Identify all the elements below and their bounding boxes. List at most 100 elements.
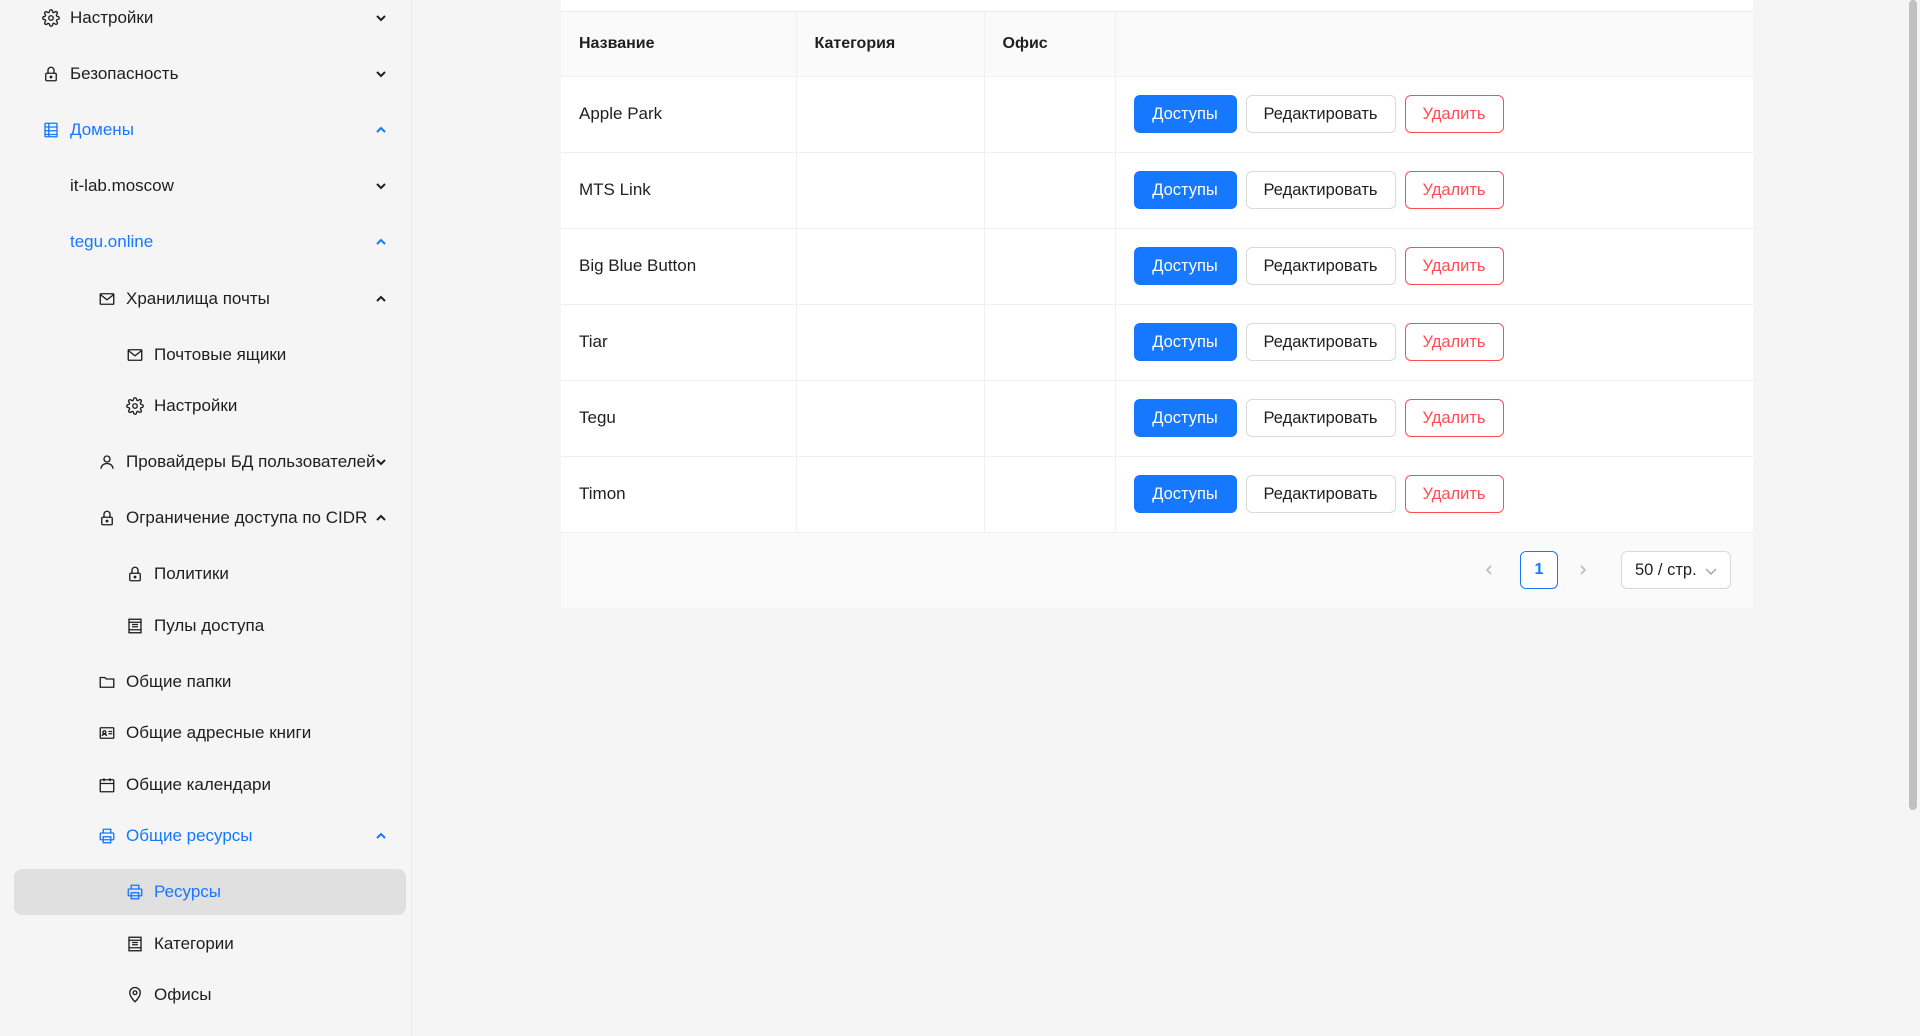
sidebar-item-label: Ресурсы <box>154 882 222 901</box>
sidebar-item-label: Общие ресурсы <box>126 826 253 845</box>
cell-category <box>796 152 985 229</box>
sidebar-item-label: Безопасность <box>70 64 179 83</box>
access-button[interactable]: Доступы <box>1133 171 1237 209</box>
sidebar: Настройки Безопасность Домены it-lab.mos… <box>0 0 412 1036</box>
table-top-strip <box>561 0 1753 12</box>
edit-button[interactable]: Редактировать <box>1245 475 1396 513</box>
sidebar-item-label: Пулы доступа <box>154 616 265 635</box>
page-1-button[interactable]: 1 <box>1520 551 1558 589</box>
cell-actions: Доступы Редактировать Удалить <box>1115 152 1753 229</box>
edit-button[interactable]: Редактировать <box>1245 247 1396 285</box>
table-row: Tiar Доступы Редактировать Удалить <box>561 304 1753 381</box>
previous-page-button[interactable] <box>1471 551 1507 589</box>
table-row: Timon Доступы Редактировать Удалить <box>561 456 1753 533</box>
next-page-button[interactable] <box>1565 551 1601 589</box>
delete-button[interactable]: Удалить <box>1404 323 1504 361</box>
sidebar-item-label: Общие календари <box>126 775 271 794</box>
column-header-category[interactable]: Категория <box>796 12 985 77</box>
edit-button[interactable]: Редактировать <box>1245 171 1396 209</box>
cell-category <box>796 380 985 457</box>
table-row: Apple Park Доступы Редактировать Удалить <box>561 76 1753 153</box>
access-button[interactable]: Доступы <box>1133 475 1237 513</box>
access-button[interactable]: Доступы <box>1133 399 1237 437</box>
contact-card-icon <box>98 724 116 742</box>
sidebar-item-user-db-providers[interactable]: Провайдеры БД пользователей <box>14 439 406 485</box>
pool-icon <box>126 935 144 953</box>
sidebar-item-access-pools[interactable]: Пулы доступа <box>14 603 406 649</box>
delete-button[interactable]: Удалить <box>1404 475 1504 513</box>
sidebar-item-label: Общие папки <box>126 672 232 691</box>
cell-name: Big Blue Button <box>561 228 797 305</box>
sidebar-item-label: Почтовые ящики <box>154 345 287 364</box>
chevron-down-icon <box>374 67 388 81</box>
sidebar-item-offices[interactable]: Офисы <box>14 972 406 1018</box>
sidebar-item-settings[interactable]: Настройки <box>14 0 406 41</box>
sidebar-item-tegu-online[interactable]: tegu.online <box>14 219 406 265</box>
sidebar-item-label: Офисы <box>154 985 212 1004</box>
delete-button[interactable]: Удалить <box>1404 399 1504 437</box>
page-size-select[interactable]: 50 / стр. <box>1621 551 1731 589</box>
sidebar-item-label: Категории <box>154 934 234 953</box>
chevron-up-icon <box>374 123 388 137</box>
cell-actions: Доступы Редактировать Удалить <box>1115 456 1753 533</box>
sidebar-item-mailboxes[interactable]: Почтовые ящики <box>14 332 406 378</box>
cell-office <box>984 152 1116 229</box>
sidebar-item-security[interactable]: Безопасность <box>14 51 406 97</box>
access-button[interactable]: Доступы <box>1133 323 1237 361</box>
sidebar-item-label: Ограничение доступа по CIDR <box>126 508 368 527</box>
sidebar-item-it-lab-moscow[interactable]: it-lab.moscow <box>14 163 406 209</box>
folder-icon <box>98 673 116 691</box>
sidebar-item-mail-storages[interactable]: Хранилища почты <box>14 276 406 322</box>
sidebar-item-mail-settings[interactable]: Настройки <box>14 383 406 429</box>
lock-icon <box>98 509 116 527</box>
cell-office <box>984 228 1116 305</box>
sidebar-item-shared-address-books[interactable]: Общие адресные книги <box>14 710 406 756</box>
scrollbar[interactable] <box>1905 0 1920 1036</box>
cell-actions: Доступы Редактировать Удалить <box>1115 380 1753 457</box>
sidebar-item-label: tegu.online <box>70 232 154 251</box>
location-pin-icon <box>126 986 144 1004</box>
sidebar-item-shared-calendars[interactable]: Общие календари <box>14 762 406 808</box>
lock-icon <box>126 565 144 583</box>
chevron-up-icon <box>374 235 388 249</box>
cell-name: MTS Link <box>561 152 797 229</box>
edit-button[interactable]: Редактировать <box>1245 95 1396 133</box>
cell-office <box>984 304 1116 381</box>
delete-button[interactable]: Удалить <box>1404 247 1504 285</box>
sidebar-item-label: Хранилища почты <box>126 289 270 308</box>
printer-icon <box>126 883 144 901</box>
column-header-office[interactable]: Офис <box>984 12 1116 77</box>
user-icon <box>98 453 116 471</box>
printer-icon <box>98 827 116 845</box>
sidebar-item-resources[interactable]: Ресурсы <box>14 869 406 915</box>
cell-category <box>796 228 985 305</box>
delete-button[interactable]: Удалить <box>1404 171 1504 209</box>
column-header-name[interactable]: Название <box>561 12 797 77</box>
chevron-up-icon <box>374 511 388 525</box>
chevron-down-icon <box>1704 564 1718 578</box>
scrollbar-thumb[interactable] <box>1909 0 1917 810</box>
edit-button[interactable]: Редактировать <box>1245 323 1396 361</box>
column-header-actions <box>1115 12 1753 77</box>
cell-actions: Доступы Редактировать Удалить <box>1115 304 1753 381</box>
sidebar-item-domains[interactable]: Домены <box>14 107 406 153</box>
lock-icon <box>42 65 60 83</box>
delete-button[interactable]: Удалить <box>1404 95 1504 133</box>
table-row: Tegu Доступы Редактировать Удалить <box>561 380 1753 457</box>
chevron-down-icon <box>374 179 388 193</box>
sidebar-item-cidr-restriction[interactable]: Ограничение доступа по CIDR <box>14 495 406 541</box>
sidebar-item-policies[interactable]: Политики <box>14 551 406 597</box>
cell-name: Apple Park <box>561 76 797 153</box>
mail-icon <box>98 290 116 308</box>
access-button[interactable]: Доступы <box>1133 247 1237 285</box>
access-button[interactable]: Доступы <box>1133 95 1237 133</box>
sidebar-item-label: Политики <box>154 564 229 583</box>
edit-button[interactable]: Редактировать <box>1245 399 1396 437</box>
pool-icon <box>126 617 144 635</box>
sidebar-item-categories[interactable]: Категории <box>14 921 406 967</box>
sidebar-item-shared-folders[interactable]: Общие папки <box>14 659 406 705</box>
sidebar-item-shared-resources[interactable]: Общие ресурсы <box>14 813 406 859</box>
main-content: Название Категория Офис Apple Park Досту… <box>413 0 1920 1036</box>
table-row: Big Blue Button Доступы Редактировать Уд… <box>561 228 1753 305</box>
page-size-value: 50 / стр. <box>1635 560 1697 579</box>
